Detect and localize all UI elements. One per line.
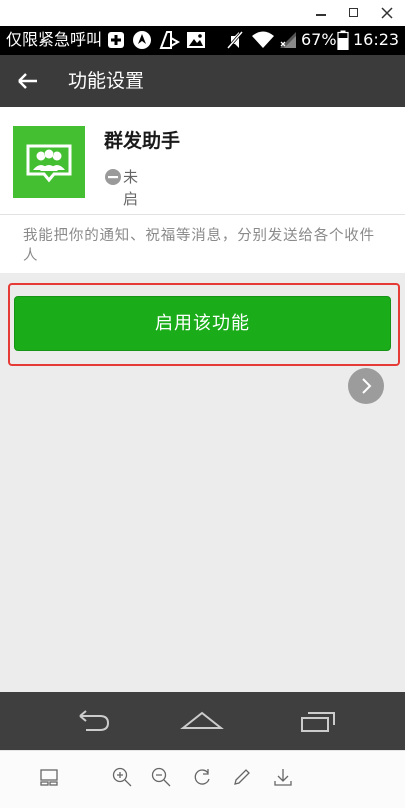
download-icon <box>274 769 292 786</box>
signal-icon <box>280 32 296 48</box>
close-icon <box>381 7 393 19</box>
zoom-in-icon <box>112 767 132 787</box>
layout-button[interactable] <box>38 766 60 788</box>
feature-name: 群发助手 <box>104 130 181 152</box>
back-button[interactable] <box>10 63 46 99</box>
floating-next-button[interactable] <box>348 368 384 404</box>
image-icon <box>187 32 205 48</box>
layout-icon <box>40 769 58 786</box>
download-button[interactable] <box>272 766 294 788</box>
enable-feature-button[interactable]: 启用该功能 <box>14 296 391 351</box>
cleaner-icon <box>159 31 180 49</box>
feature-description: 我能把你的通知、祝福等消息，分别发送给各个收件人 <box>23 228 375 264</box>
app-bar: 功能设置 <box>0 55 405 107</box>
page-title: 功能设置 <box>68 70 145 92</box>
carrier-text: 仅限紧急呼叫 <box>6 30 103 49</box>
battery-icon <box>337 30 349 50</box>
zoom-in-button[interactable] <box>111 766 133 788</box>
minimize-button[interactable] <box>310 2 332 24</box>
feature-card <box>0 107 405 214</box>
window-title-bar <box>0 0 405 26</box>
emulator-toolbar <box>0 750 405 808</box>
nav-home-button[interactable] <box>180 706 224 736</box>
disabled-icon <box>105 169 121 185</box>
edit-icon <box>234 769 250 785</box>
feature-logo <box>13 126 85 198</box>
rotate-button[interactable] <box>191 766 213 788</box>
minimize-icon <box>316 14 326 16</box>
nav-recents-button[interactable] <box>294 706 338 736</box>
recents-icon <box>301 712 335 732</box>
clock: 16:23 <box>353 30 400 49</box>
maximize-icon <box>349 8 358 17</box>
status-bar: 仅限紧急呼叫 67% 16:23 <box>0 26 405 55</box>
zoom-out-icon <box>151 767 171 787</box>
emulator-screen: 仅限紧急呼叫 67% 16:23 功能设置 群发助手 未启 我能把你的通知、祝福… <box>0 0 405 808</box>
plus-box-icon <box>108 32 124 48</box>
home-icon <box>180 711 224 729</box>
back-icon <box>79 710 110 731</box>
nav-back-button[interactable] <box>68 706 112 736</box>
battery-percent: 67% <box>301 30 337 49</box>
mute-icon <box>226 31 244 49</box>
arrow-left-icon <box>18 73 37 89</box>
navigation-icon <box>133 31 151 49</box>
zoom-out-button[interactable] <box>150 766 172 788</box>
wifi-icon <box>252 31 274 48</box>
edit-button[interactable] <box>231 766 253 788</box>
maximize-button[interactable] <box>343 2 365 24</box>
window-close-button[interactable] <box>376 2 398 24</box>
rotate-icon <box>194 769 210 785</box>
navigation-bar <box>0 692 405 750</box>
chevron-right-icon <box>362 378 372 394</box>
group-chat-icon <box>26 144 72 183</box>
